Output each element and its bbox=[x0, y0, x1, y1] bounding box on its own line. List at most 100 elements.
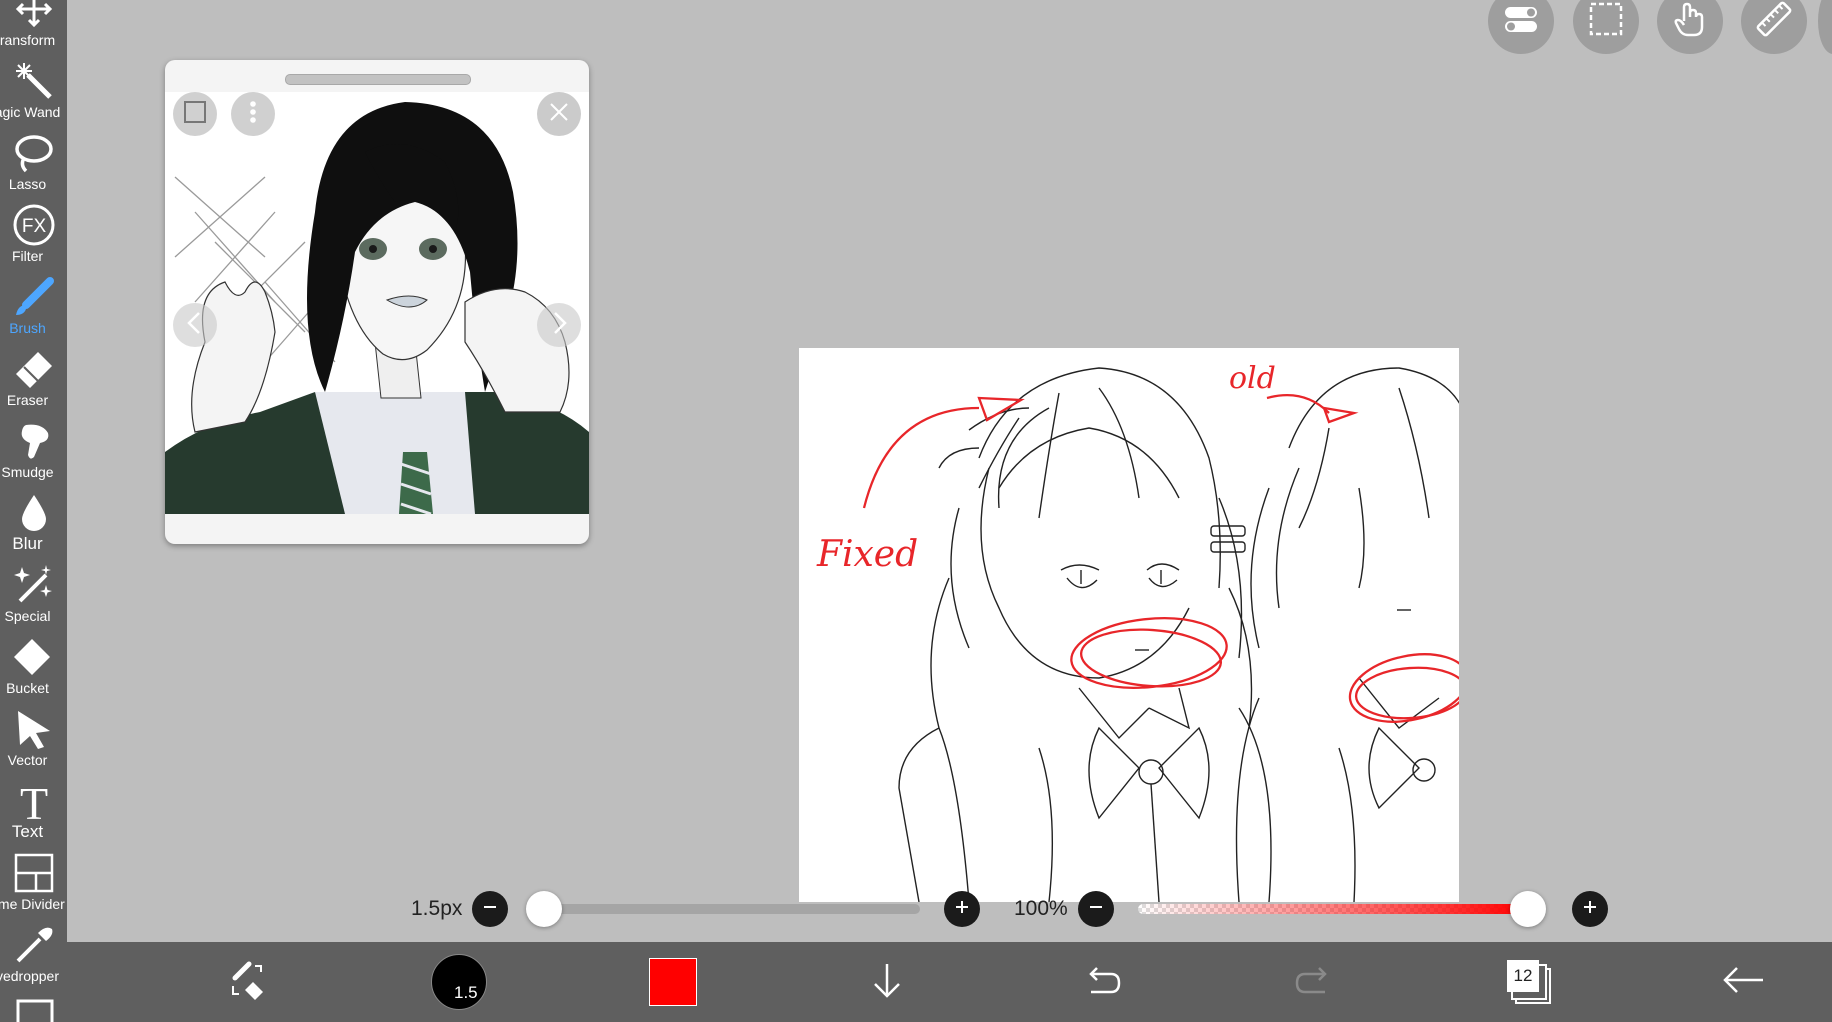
brush-preview-circle: 1.5 bbox=[431, 954, 487, 1010]
arrow-left-icon bbox=[1719, 956, 1767, 1009]
ruler-button[interactable] bbox=[1741, 0, 1807, 54]
transform-icon bbox=[11, 0, 57, 32]
redo-button[interactable] bbox=[1275, 942, 1355, 1022]
sidebar-item-label: Bucket bbox=[6, 680, 49, 696]
special-wand-icon bbox=[11, 562, 57, 608]
brush-size-decrease-button[interactable] bbox=[472, 891, 508, 927]
reference-menu-button[interactable] bbox=[231, 92, 275, 136]
minus-icon bbox=[1085, 896, 1107, 923]
more-vertical-icon bbox=[239, 98, 267, 131]
back-button[interactable] bbox=[1703, 942, 1783, 1022]
lasso-icon bbox=[11, 130, 57, 176]
layers-button[interactable]: 12 bbox=[1489, 942, 1569, 1022]
more-top-button[interactable] bbox=[1818, 0, 1832, 54]
sidebar-item-eyedropper[interactable]: yedropper bbox=[0, 922, 67, 994]
selection-button[interactable] bbox=[1573, 0, 1639, 54]
brush-size-increase-button[interactable] bbox=[944, 891, 980, 927]
reference-close-button[interactable] bbox=[537, 92, 581, 136]
sketch-figure-fixed bbox=[898, 367, 1272, 902]
sidebar-item-bucket[interactable]: Bucket bbox=[0, 634, 67, 706]
sidebar-item-label: ransform bbox=[0, 32, 56, 48]
brush-eraser-swap-button[interactable] bbox=[207, 942, 287, 1022]
undo-icon bbox=[1077, 956, 1125, 1009]
canvas-frame-icon bbox=[11, 994, 57, 1022]
opacity-slider-fill bbox=[1138, 904, 1528, 914]
sidebar-item-frame-divider[interactable]: ame Divider bbox=[0, 850, 67, 922]
reference-prev-button[interactable] bbox=[173, 303, 217, 347]
layers-icon: 12 bbox=[1507, 960, 1551, 1004]
opacity-slider-track[interactable] bbox=[1138, 904, 1528, 914]
brush-size-slider-track[interactable] bbox=[532, 904, 920, 914]
anime-character-reference-image bbox=[165, 92, 589, 514]
chevron-left-icon bbox=[181, 309, 209, 342]
sidebar-item-label: Eraser bbox=[6, 392, 49, 408]
gesture-button[interactable] bbox=[1657, 0, 1723, 54]
blur-drop-icon bbox=[11, 490, 57, 536]
color-picker-button[interactable] bbox=[633, 942, 713, 1022]
brush-icon bbox=[11, 274, 57, 320]
vector-arrow-icon bbox=[11, 706, 57, 752]
magic-wand-icon bbox=[11, 58, 57, 104]
sidebar-item-label: Blur bbox=[12, 534, 43, 553]
sidebar-item-label: Filter bbox=[11, 248, 44, 264]
color-swatch bbox=[649, 958, 697, 1006]
ruler-icon bbox=[1754, 0, 1794, 44]
redo-icon bbox=[1291, 956, 1339, 1009]
square-frame-icon bbox=[181, 98, 209, 131]
opacity-slider-thumb[interactable] bbox=[1510, 891, 1546, 927]
svg-text:FX: FX bbox=[21, 216, 46, 237]
sidebar-item-label: Smudge bbox=[1, 464, 54, 480]
reference-window-drag-handle[interactable] bbox=[285, 74, 471, 85]
sidebar-item-canvas[interactable] bbox=[0, 994, 67, 1022]
arrow-down-icon bbox=[863, 956, 911, 1009]
brush-size-badge: 1.5 bbox=[454, 983, 478, 1002]
opacity-increase-button[interactable] bbox=[1572, 891, 1608, 927]
sidebar-item-blur[interactable]: Blur bbox=[0, 490, 67, 562]
tool-sidebar: ransform agic Wand Lasso FX Filter Brush… bbox=[0, 0, 67, 1022]
frame-divider-icon bbox=[11, 850, 57, 896]
sidebar-item-label: Special bbox=[4, 608, 51, 624]
plus-icon bbox=[951, 896, 973, 923]
reference-fit-button[interactable] bbox=[173, 92, 217, 136]
drawing-canvas[interactable]: Fixed old bbox=[799, 348, 1459, 902]
sidebar-item-label: yedropper bbox=[0, 968, 60, 984]
sidebar-item-text[interactable]: T Text bbox=[0, 778, 67, 850]
minus-icon bbox=[479, 896, 501, 923]
sidebar-item-label: Vector bbox=[7, 752, 48, 768]
sidebar-item-label: Text bbox=[11, 822, 44, 841]
bucket-icon bbox=[11, 634, 57, 680]
old-annotation-text: old bbox=[1229, 361, 1276, 396]
sidebar-item-vector[interactable]: Vector bbox=[0, 706, 67, 778]
reference-next-button[interactable] bbox=[537, 303, 581, 347]
toggle-settings-icon bbox=[1501, 0, 1541, 44]
chevron-right-icon bbox=[545, 309, 573, 342]
sidebar-item-transform[interactable]: ransform bbox=[0, 0, 67, 58]
brush-size-label: 1.5px bbox=[411, 897, 463, 920]
brush-eraser-swap-icon bbox=[223, 956, 271, 1009]
brush-size-slider-thumb[interactable] bbox=[525, 891, 562, 927]
sidebar-item-magic-wand[interactable]: agic Wand bbox=[0, 58, 67, 130]
bottom-toolbar: 1.5 12 bbox=[67, 942, 1832, 1022]
sidebar-item-label: agic Wand bbox=[0, 104, 61, 120]
close-icon bbox=[545, 98, 573, 131]
sidebar-item-special[interactable]: Special bbox=[0, 562, 67, 634]
smudge-icon bbox=[11, 418, 57, 464]
layer-count: 12 bbox=[1507, 960, 1539, 992]
eyedropper-icon bbox=[11, 922, 57, 968]
text-icon: T bbox=[11, 778, 57, 824]
toggle-settings-button[interactable] bbox=[1488, 0, 1554, 54]
brush-settings-button[interactable]: 1.5 bbox=[419, 942, 499, 1022]
sidebar-item-filter[interactable]: FX Filter bbox=[0, 202, 67, 274]
sidebar-item-smudge[interactable]: Smudge bbox=[0, 418, 67, 490]
download-button[interactable] bbox=[847, 942, 927, 1022]
plus-icon bbox=[1579, 896, 1601, 923]
sidebar-item-brush[interactable]: Brush bbox=[0, 274, 67, 346]
undo-button[interactable] bbox=[1061, 942, 1141, 1022]
sidebar-item-eraser[interactable]: Eraser bbox=[0, 346, 67, 418]
fx-filter-icon: FX bbox=[11, 202, 57, 248]
reference-window[interactable] bbox=[165, 60, 589, 544]
sidebar-item-label: ame Divider bbox=[0, 896, 65, 912]
eraser-icon bbox=[11, 346, 57, 392]
sidebar-item-lasso[interactable]: Lasso bbox=[0, 130, 67, 202]
opacity-decrease-button[interactable] bbox=[1078, 891, 1114, 927]
